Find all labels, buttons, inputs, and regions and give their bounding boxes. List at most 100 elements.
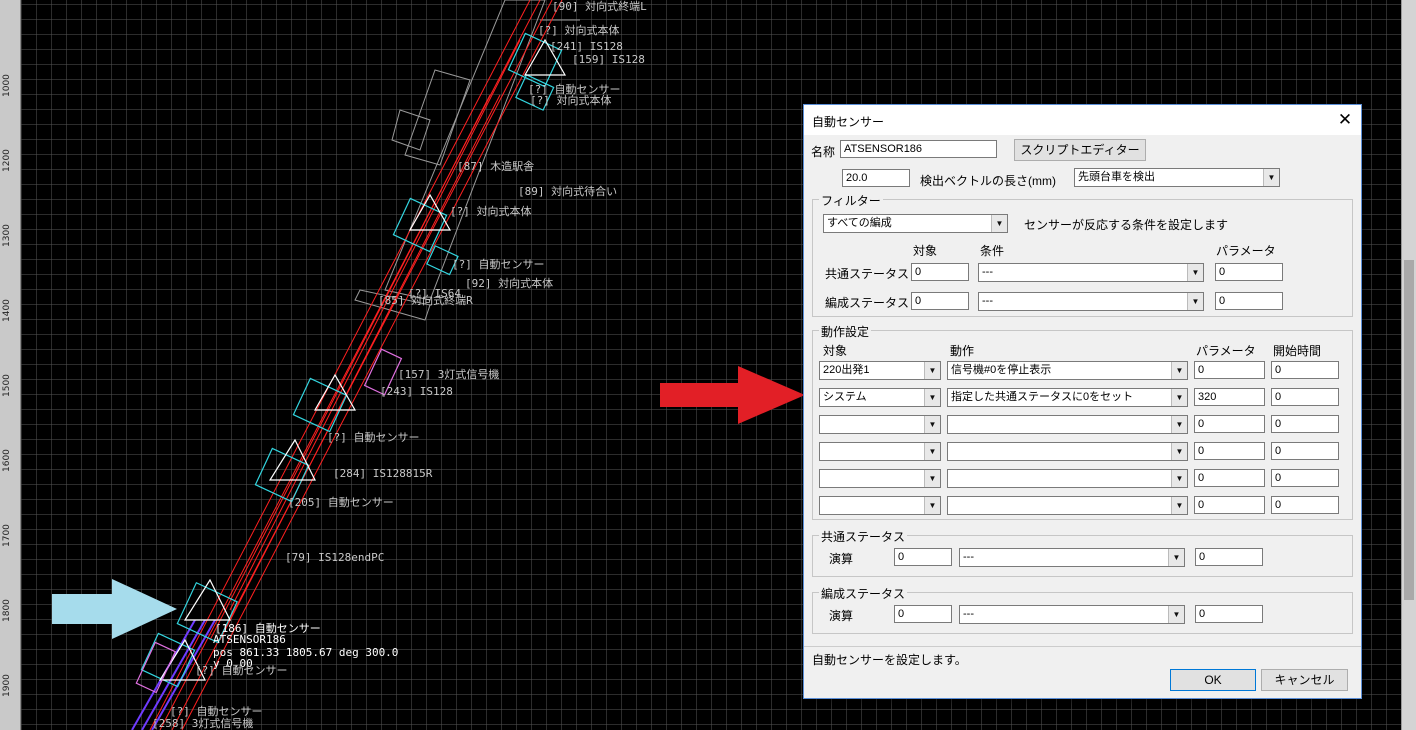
map-label: [?] 自動センサー [170, 704, 263, 718]
map-label: [?] 対向式本体 [450, 204, 532, 218]
chevron-down-icon: ▼ [1171, 470, 1187, 487]
formation-select-value: すべての編成 [827, 217, 892, 229]
filter-target-input[interactable]: 0 [911, 263, 969, 281]
chevron-down-icon: ▼ [924, 470, 940, 487]
map-label: [284] IS128815R [333, 467, 433, 480]
map-label: ATSENSOR186 [213, 633, 286, 646]
close-icon[interactable]: ✕ [1333, 108, 1357, 132]
chevron-down-icon: ▼ [1168, 549, 1184, 566]
filter-condition-select[interactable]: --- ▼ [978, 263, 1204, 282]
map-label: [243] IS128 [380, 385, 453, 398]
filter-target-input[interactable]: 0 [911, 292, 969, 310]
action-target-select[interactable]: ▼ [819, 496, 941, 515]
dialog-titlebar[interactable]: 自動センサー ✕ [804, 105, 1361, 135]
cancel-button[interactable]: キャンセル [1261, 669, 1348, 691]
map-label: [?] 自動センサー [327, 430, 420, 444]
ruler-tick: 1200 [2, 149, 12, 172]
action-select[interactable]: ▼ [947, 469, 1188, 488]
common-status-op-value: --- [963, 551, 974, 563]
filter-group: フィルター すべての編成 ▼ センサーが反応する条件を設定します 対象 条件 パ… [812, 192, 1353, 317]
map-label: [?] 対向式本体 [538, 23, 620, 37]
action-start-time-input[interactable]: 0 [1271, 415, 1339, 433]
chevron-down-icon: ▼ [1171, 362, 1187, 379]
action-col-target: 対象 [823, 344, 848, 358]
formation-status-value1[interactable]: 0 [894, 605, 952, 623]
action-start-time-input[interactable]: 0 [1271, 388, 1339, 406]
chevron-down-icon: ▼ [924, 497, 940, 514]
filter-row-label: 編成ステータス [825, 296, 910, 310]
filter-condition-select[interactable]: --- ▼ [978, 292, 1204, 311]
filter-parameter-input[interactable]: 0 [1215, 263, 1283, 281]
scroll-thumb[interactable] [1404, 260, 1414, 600]
map-label: [258] 3灯式信号機 [152, 716, 253, 730]
action-start-time-input[interactable]: 0 [1271, 361, 1339, 379]
chevron-down-icon: ▼ [924, 416, 940, 433]
common-status-value1[interactable]: 0 [894, 548, 952, 566]
chevron-down-icon: ▼ [924, 362, 940, 379]
action-col-parameter: パラメータ [1196, 344, 1256, 358]
auto-sensor-dialog: 自動センサー ✕ 名称 ATSENSOR186 スクリプトエディター 20.0 … [803, 104, 1362, 699]
ruler-tick: 1600 [2, 449, 12, 472]
action-parameter-input[interactable]: 0 [1194, 496, 1265, 514]
chevron-down-icon: ▼ [1168, 606, 1184, 623]
blue-arrow-icon [52, 579, 177, 639]
action-parameter-input[interactable]: 0 [1194, 415, 1265, 433]
action-select[interactable]: ▼ [947, 415, 1188, 434]
chevron-down-icon: ▼ [1171, 497, 1187, 514]
action-select[interactable]: 指定した共通ステータスに0をセット ▼ [947, 388, 1188, 407]
action-target-select[interactable]: ▼ [819, 415, 941, 434]
filter-group-title: フィルター [819, 192, 883, 209]
map-label: [?] 対向式本体 [530, 93, 612, 107]
formation-select[interactable]: すべての編成 ▼ [823, 214, 1008, 233]
map-label: [92] 対向式本体 [465, 276, 553, 290]
action-select[interactable]: ▼ [947, 496, 1188, 515]
action-select[interactable]: ▼ [947, 442, 1188, 461]
map-label: [79] IS128endPC [285, 551, 384, 564]
vertical-ruler: 1000 1200 1300 1400 1500 1600 1700 1800 … [0, 0, 21, 730]
ruler-tick: 1400 [2, 299, 12, 322]
map-label: [159] IS128 [572, 53, 645, 66]
map-label: [157] 3灯式信号機 [398, 367, 499, 381]
action-parameter-input[interactable]: 0 [1194, 442, 1265, 460]
filter-condition-value: --- [982, 295, 993, 307]
formation-status-value2[interactable]: 0 [1195, 605, 1263, 623]
vector-length-input[interactable]: 20.0 [842, 169, 910, 187]
red-arrow-icon [660, 366, 805, 424]
vertical-scrollbar[interactable] [1401, 0, 1416, 730]
chevron-down-icon: ▼ [1187, 264, 1203, 281]
filter-col-parameter: パラメータ [1216, 244, 1276, 258]
action-group-title: 動作設定 [819, 323, 872, 340]
ruler-tick: 1800 [2, 599, 12, 622]
action-start-time-input[interactable]: 0 [1271, 442, 1339, 460]
ok-button[interactable]: OK [1170, 669, 1256, 691]
action-target-select[interactable]: ▼ [819, 442, 941, 461]
chevron-down-icon: ▼ [1171, 389, 1187, 406]
formation-status-title: 編成ステータス [819, 585, 908, 602]
dialog-title: 自動センサー [812, 115, 885, 129]
filter-col-condition: 条件 [980, 244, 1005, 258]
filter-parameter-input[interactable]: 0 [1215, 292, 1283, 310]
action-target-select[interactable]: 220出発1 ▼ [819, 361, 941, 380]
action-start-time-input[interactable]: 0 [1271, 469, 1339, 487]
action-parameter-input[interactable]: 0 [1194, 469, 1265, 487]
dialog-divider [804, 646, 1361, 647]
detect-mode-select[interactable]: 先頭台車を検出 ▼ [1074, 168, 1280, 187]
map-label: [?] 自動センサー [452, 257, 545, 271]
filter-col-target: 対象 [913, 244, 938, 258]
action-parameter-input[interactable]: 0 [1194, 361, 1265, 379]
action-target-select[interactable]: システム ▼ [819, 388, 941, 407]
action-target-select[interactable]: ▼ [819, 469, 941, 488]
name-input[interactable]: ATSENSOR186 [840, 140, 997, 158]
ruler-tick: 1500 [2, 374, 12, 397]
action-select[interactable]: 信号機#0を停止表示 ▼ [947, 361, 1188, 380]
formation-status-op-value: --- [963, 608, 974, 620]
chevron-down-icon: ▼ [1171, 443, 1187, 460]
action-start-time-input[interactable]: 0 [1271, 496, 1339, 514]
common-status-value2[interactable]: 0 [1195, 548, 1263, 566]
action-parameter-input[interactable]: 320 [1194, 388, 1265, 406]
common-status-op-select[interactable]: --- ▼ [959, 548, 1185, 567]
formation-status-op-select[interactable]: --- ▼ [959, 605, 1185, 624]
map-label: [87] 木造駅舎 [457, 159, 534, 173]
script-editor-button[interactable]: スクリプトエディター [1014, 139, 1146, 161]
action-target-select-value: システム [823, 391, 867, 403]
